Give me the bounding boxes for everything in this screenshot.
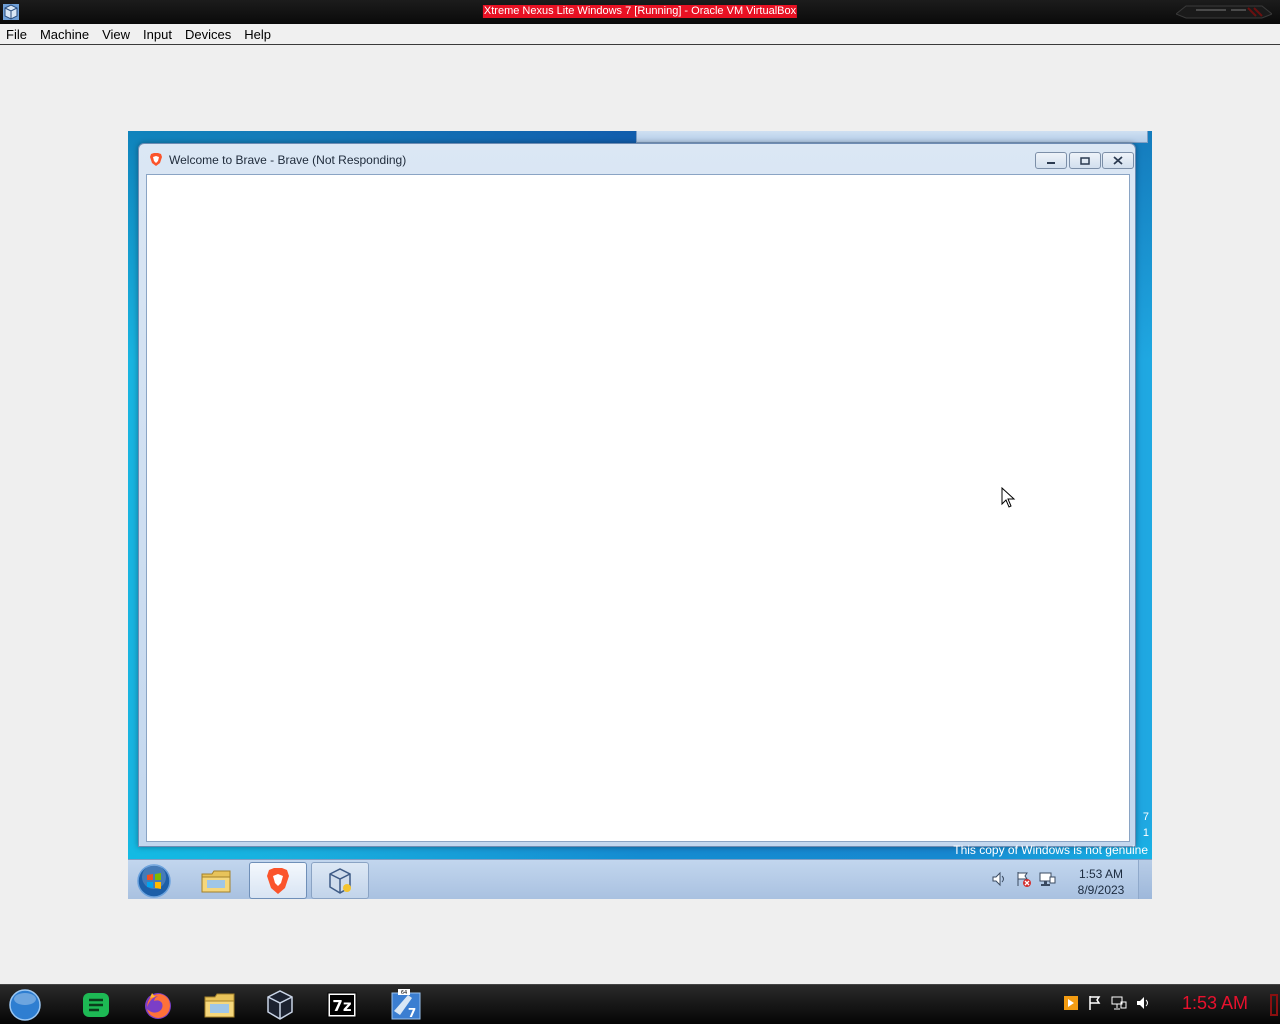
start-orb-icon[interactable] (136, 863, 172, 899)
virtualbox-app-icon[interactable] (2, 3, 20, 21)
minimize-icon (1047, 161, 1055, 164)
7zip-icon: 7z (327, 992, 357, 1018)
host-task-virtualbox[interactable] (258, 988, 302, 1022)
restore-button[interactable] (1069, 152, 1101, 169)
menu-machine[interactable]: Machine (40, 27, 89, 42)
host-clock[interactable]: 1:53 AM (1182, 993, 1248, 1014)
host-tray (1062, 994, 1152, 1012)
virtualbox-icon (267, 990, 293, 1020)
brave-window[interactable]: Welcome to Brave - Brave (Not Responding… (138, 143, 1136, 847)
file-explorer-icon (204, 993, 235, 1018)
svg-text:7: 7 (408, 1006, 416, 1020)
show-desktop-button[interactable] (1138, 860, 1152, 899)
host-taskbar: 7z 7 64 1:53 AM (0, 984, 1280, 1024)
taskbar-brave-button[interactable] (249, 862, 307, 899)
show-desktop-icon[interactable] (1268, 991, 1280, 1019)
brave-content-area[interactable] (146, 174, 1130, 842)
network-icon[interactable] (1038, 870, 1056, 888)
guest-clock-date: 8/9/2023 (1077, 883, 1125, 897)
volume-icon[interactable] (1134, 994, 1152, 1012)
build-digit-bottom: 1 (1142, 827, 1149, 839)
genuine-notice: This copy of Windows is not genuine (953, 843, 1148, 857)
host-task-7zip[interactable]: 7z (320, 988, 364, 1022)
messaging-icon (83, 993, 109, 1017)
firefox-icon (145, 993, 171, 1019)
file-explorer-icon (201, 870, 231, 892)
network-icon[interactable] (1110, 994, 1128, 1012)
host-task-virtualbox-vm[interactable]: 7 64 (384, 988, 428, 1022)
menu-input[interactable]: Input (143, 27, 172, 42)
taskbar-virtualbox-button[interactable] (311, 862, 369, 899)
brave-icon (267, 867, 289, 894)
title-bar-decoration (1176, 5, 1272, 19)
svg-text:7z: 7z (332, 997, 351, 1015)
guest-tray (990, 870, 1056, 888)
brave-icon (150, 153, 162, 166)
tray-app-icon[interactable] (1062, 994, 1080, 1012)
start-orb-icon[interactable] (6, 988, 44, 1022)
background-window[interactable] (636, 131, 1148, 143)
host-task-messaging[interactable] (74, 988, 118, 1022)
taskbar-explorer-button[interactable] (188, 862, 246, 899)
host-task-explorer[interactable] (198, 988, 242, 1022)
host-window-title: Xtreme Nexus Lite Windows 7 [Running] - … (482, 5, 798, 18)
build-digit-top: 7 (1142, 811, 1149, 823)
action-center-icon[interactable] (1086, 994, 1104, 1012)
brave-window-title: Welcome to Brave - Brave (Not Responding… (169, 153, 407, 167)
close-button[interactable] (1102, 152, 1134, 169)
host-task-firefox[interactable] (136, 988, 180, 1022)
close-icon (1113, 156, 1123, 165)
menu-view[interactable]: View (102, 27, 130, 42)
virtualbox-icon (329, 867, 351, 894)
guest-clock-time: 1:53 AM (1078, 867, 1124, 881)
guest-clock[interactable]: 1:53 AM 8/9/2023 (1068, 866, 1134, 898)
menu-file[interactable]: File (6, 27, 27, 42)
volume-icon[interactable] (990, 870, 1008, 888)
menu-devices[interactable]: Devices (185, 27, 231, 42)
svg-text:64: 64 (401, 990, 407, 996)
host-titlebar: Xtreme Nexus Lite Windows 7 [Running] - … (0, 0, 1280, 24)
host-menubar: File Machine View Input Devices Help (0, 24, 1280, 45)
menu-help[interactable]: Help (244, 27, 271, 42)
mouse-cursor-icon (1001, 487, 1016, 508)
minimize-button[interactable] (1035, 152, 1067, 169)
action-center-icon[interactable] (1014, 870, 1032, 888)
restore-icon (1080, 156, 1090, 165)
guest-taskbar: 1:53 AM 8/9/2023 (128, 859, 1152, 899)
virtualbox-win7-icon: 7 64 (391, 989, 421, 1020)
vm-screen[interactable]: Welcome to Brave - Brave (Not Responding… (128, 131, 1152, 899)
